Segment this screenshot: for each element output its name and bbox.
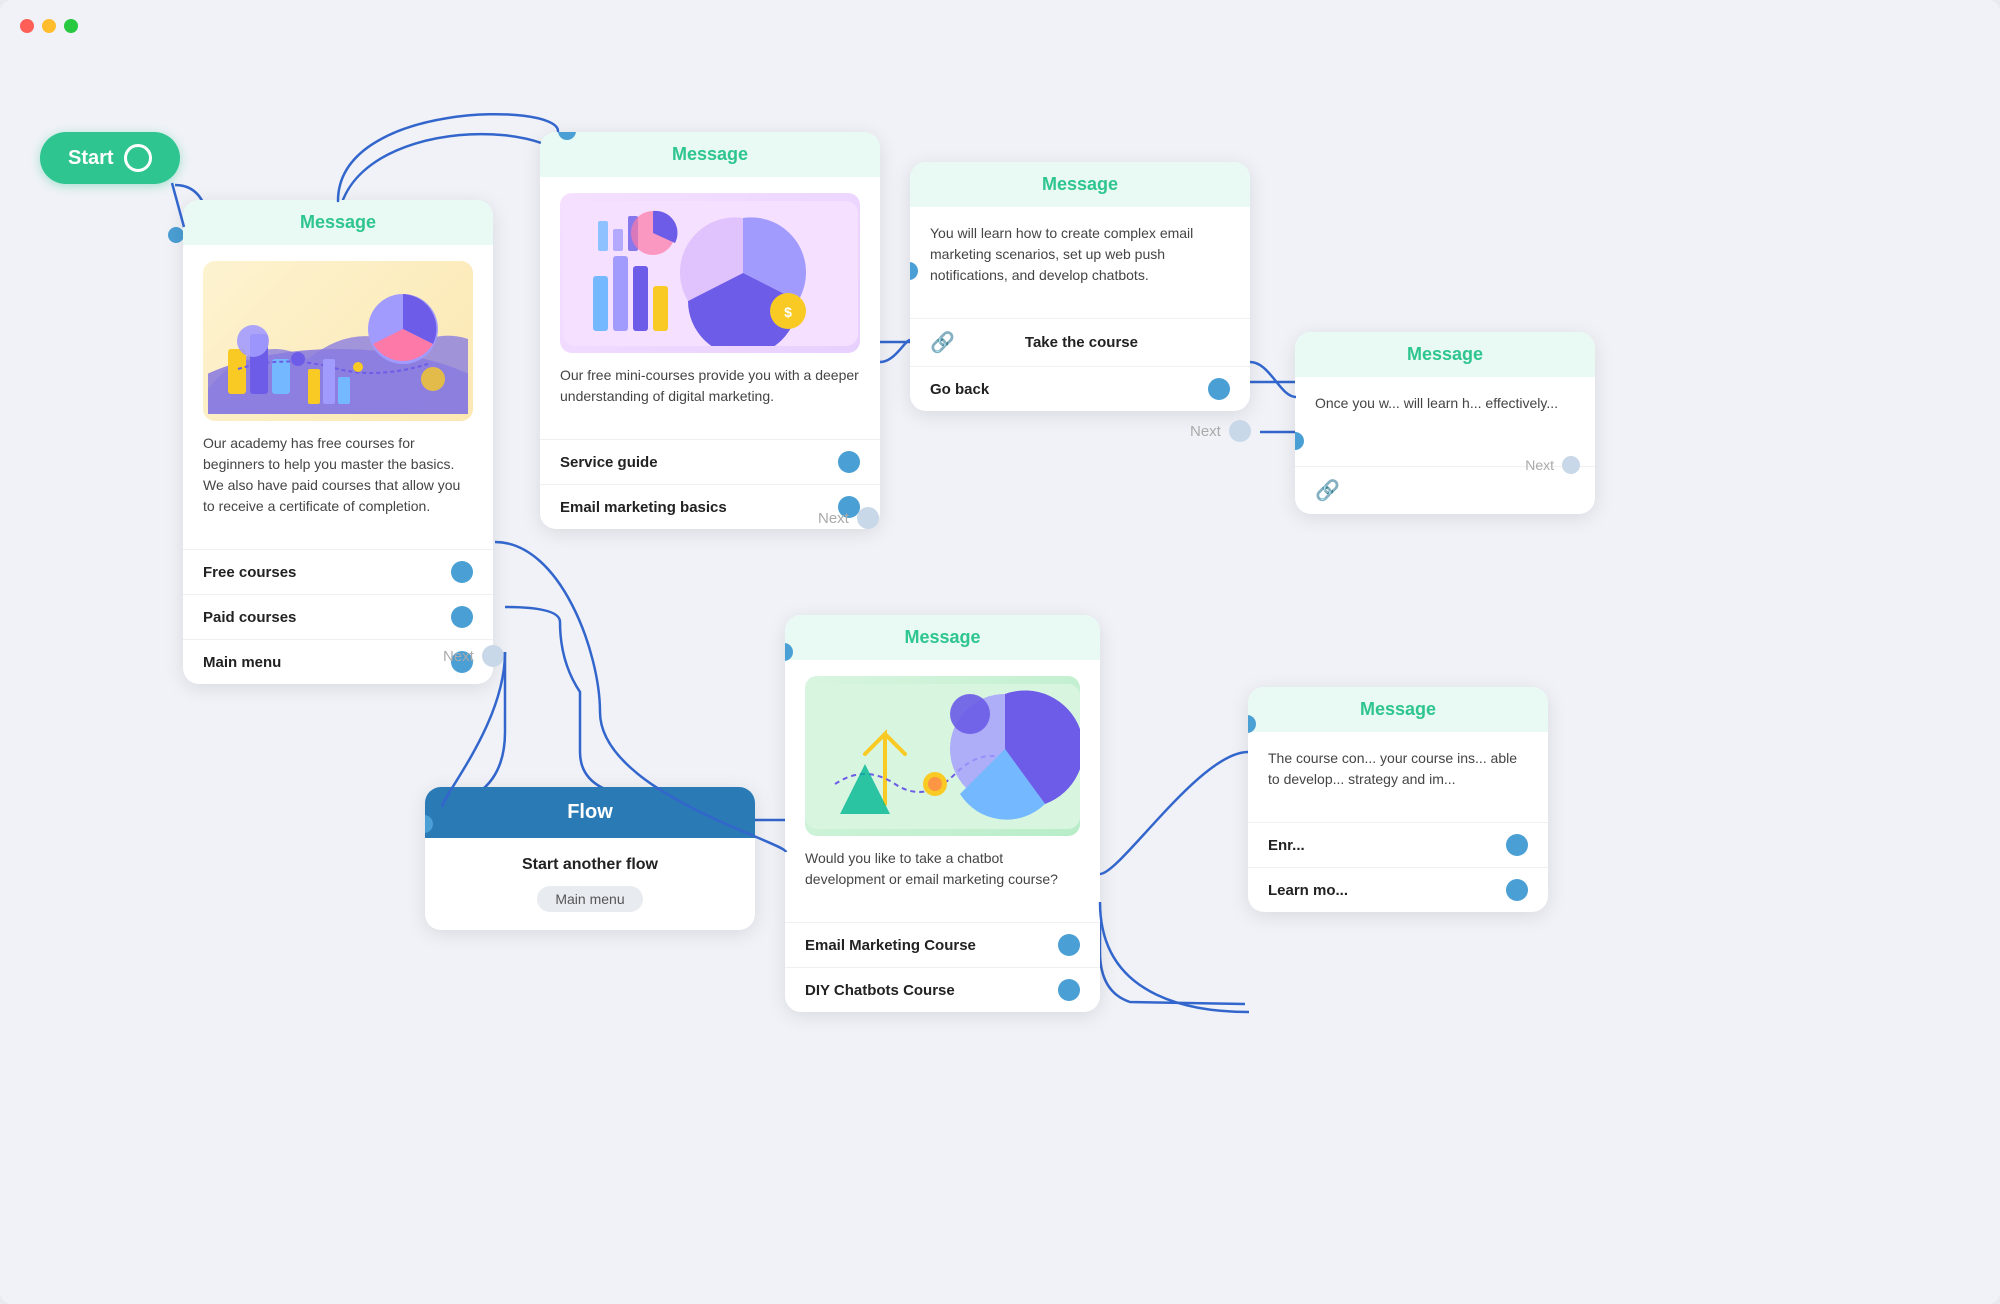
card-1-body: Our academy has free courses for beginne… bbox=[183, 245, 493, 549]
card-2-next-dot[interactable] bbox=[857, 507, 879, 529]
card-3-body: You will learn how to create complex ema… bbox=[910, 207, 1250, 318]
card-2-body: $ Our free mini- bbox=[540, 177, 880, 439]
email-marketing-course-label: Email Marketing Course bbox=[805, 937, 976, 954]
card-1-image bbox=[203, 261, 473, 421]
card-2-next-label: Next bbox=[818, 510, 849, 527]
minimize-button[interactable] bbox=[42, 19, 56, 33]
card-5-body: Would you like to take a chatbot develop… bbox=[785, 660, 1100, 922]
card-3-text: You will learn how to create complex ema… bbox=[930, 223, 1230, 286]
enroll-label: Enr... bbox=[1268, 837, 1305, 854]
free-courses-label: Free courses bbox=[203, 564, 296, 581]
card-6-body: The course con... your course ins... abl… bbox=[1248, 732, 1548, 822]
flow-tag: Main menu bbox=[537, 886, 642, 912]
card-5: Message bbox=[785, 615, 1100, 1012]
card-6-header: Message bbox=[1248, 687, 1548, 732]
free-courses-dot[interactable] bbox=[451, 561, 473, 583]
card-1-btn-free-courses[interactable]: Free courses bbox=[183, 549, 493, 594]
card-5-btn-diy[interactable]: DIY Chatbots Course bbox=[785, 967, 1100, 1012]
card-4-next-dot[interactable] bbox=[1562, 456, 1580, 474]
svg-text:$: $ bbox=[784, 304, 792, 320]
card-1-header: Message bbox=[183, 200, 493, 245]
diy-chatbots-label: DIY Chatbots Course bbox=[805, 982, 955, 999]
start-node[interactable]: Start bbox=[40, 132, 180, 184]
card-3-next-dot[interactable] bbox=[1229, 420, 1251, 442]
card-4-partial: Message Once you w... will learn h... ef… bbox=[1295, 332, 1595, 514]
flow-card-title: Start another flow bbox=[445, 856, 735, 874]
flow-card-header: Flow bbox=[425, 787, 755, 838]
card-2-image: $ bbox=[560, 193, 860, 353]
card-5-btn-email[interactable]: Email Marketing Course bbox=[785, 922, 1100, 967]
card-6-btn-enroll[interactable]: Enr... bbox=[1248, 822, 1548, 867]
card-1: Message bbox=[183, 200, 493, 684]
titlebar bbox=[0, 0, 2000, 52]
flow-card: Flow Start another flow Main menu bbox=[425, 787, 755, 930]
card-5-header: Message bbox=[785, 615, 1100, 660]
card-4-text: Once you w... will learn h... effectivel… bbox=[1315, 393, 1575, 414]
chart-illustration-2: $ bbox=[563, 201, 858, 346]
card-3-next-label: Next bbox=[1190, 423, 1221, 440]
card-2-next: Next bbox=[818, 507, 879, 529]
card-5-image bbox=[805, 676, 1080, 836]
chart-illustration-1 bbox=[208, 269, 468, 414]
go-back-dot[interactable] bbox=[1208, 378, 1230, 400]
app-window: Start Message bbox=[0, 0, 2000, 1304]
card-5-text: Would you like to take a chatbot develop… bbox=[805, 848, 1080, 890]
paid-courses-dot[interactable] bbox=[451, 606, 473, 628]
learn-more-label: Learn mo... bbox=[1268, 882, 1348, 899]
start-label: Start bbox=[68, 147, 114, 170]
card-1-next-dot[interactable] bbox=[482, 645, 504, 667]
card-1-next: Next bbox=[443, 645, 504, 667]
maximize-button[interactable] bbox=[64, 19, 78, 33]
card-1-btn-paid-courses[interactable]: Paid courses bbox=[183, 594, 493, 639]
card-4-next-label: Next bbox=[1525, 457, 1554, 473]
email-marketing-course-dot[interactable] bbox=[1058, 934, 1080, 956]
card-3-btn-go-back[interactable]: Go back bbox=[910, 366, 1250, 411]
learn-more-dot[interactable] bbox=[1506, 879, 1528, 901]
service-guide-label: Service guide bbox=[560, 454, 658, 471]
card-6-partial: Message The course con... your course in… bbox=[1248, 687, 1548, 912]
link-icon-1: 🔗 bbox=[930, 330, 955, 355]
link-icon-2: 🔗 bbox=[1315, 478, 1340, 503]
diy-chatbots-dot[interactable] bbox=[1058, 979, 1080, 1001]
go-back-label: Go back bbox=[930, 381, 989, 398]
card-2: Message $ bbox=[540, 132, 880, 529]
paid-courses-label: Paid courses bbox=[203, 609, 296, 626]
card-2-btn-service-guide[interactable]: Service guide bbox=[540, 439, 880, 484]
card-2-header: Message bbox=[540, 132, 880, 177]
flow-card-body: Start another flow Main menu bbox=[425, 838, 755, 930]
card-3-btn-take-course[interactable]: 🔗 Take the course bbox=[910, 318, 1250, 366]
card-1-text: Our academy has free courses for beginne… bbox=[203, 433, 473, 517]
card-3: Message You will learn how to create com… bbox=[910, 162, 1250, 411]
card-4-body: Once you w... will learn h... effectivel… bbox=[1295, 377, 1595, 446]
chart-illustration-5 bbox=[805, 684, 1080, 829]
card-6-btn-learn-more[interactable]: Learn mo... bbox=[1248, 867, 1548, 912]
service-guide-dot[interactable] bbox=[838, 451, 860, 473]
start-out-dot bbox=[168, 227, 184, 243]
enroll-dot[interactable] bbox=[1506, 834, 1528, 856]
card-3-next: Next bbox=[1190, 420, 1251, 442]
main-menu-label: Main menu bbox=[203, 654, 281, 671]
card-1-next-label: Next bbox=[443, 648, 474, 665]
card-2-text: Our free mini-courses provide you with a… bbox=[560, 365, 860, 407]
close-button[interactable] bbox=[20, 19, 34, 33]
start-circle-icon bbox=[124, 144, 152, 172]
card-6-text: The course con... your course ins... abl… bbox=[1268, 748, 1528, 790]
card-4-header: Message bbox=[1295, 332, 1595, 377]
canvas: Start Message bbox=[0, 52, 2000, 1304]
email-marketing-basics-label: Email marketing basics bbox=[560, 499, 727, 516]
take-the-course-label: Take the course bbox=[1025, 334, 1138, 351]
card-3-header: Message bbox=[910, 162, 1250, 207]
